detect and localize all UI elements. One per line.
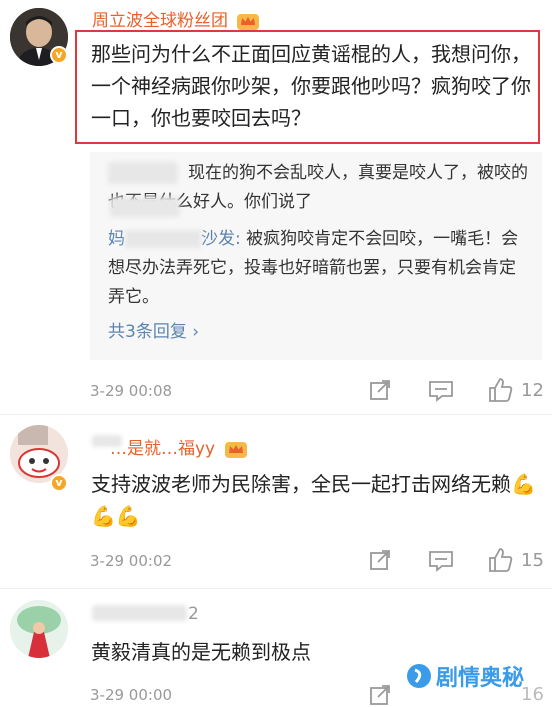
comment-time: 3-29 00:02 xyxy=(90,552,173,570)
watermark: 剧情奥秘 xyxy=(406,660,524,692)
reply-box[interactable]: 现在的狗不会乱咬人，真要是咬人了，被咬的也不是什么好人。你们说了 妈沙发: 被疯… xyxy=(90,152,542,360)
verified-badge-icon: v xyxy=(50,474,68,492)
blurred-username xyxy=(110,197,180,217)
like-count: 12 xyxy=(521,380,544,401)
comment-username[interactable]: 周立波全球粉丝团 xyxy=(92,6,260,31)
verified-badge-icon: v xyxy=(50,46,68,64)
comment-username[interactable]: 2 xyxy=(188,604,199,624)
like-icon[interactable] xyxy=(488,547,514,573)
reply-item: 妈沙发: 被疯狗咬肯定不会回咬，一嘴毛！会想尽办法弄死它，投毒也好暗箭也罢，只要… xyxy=(108,225,528,312)
repost-icon[interactable] xyxy=(368,378,392,402)
like-icon[interactable] xyxy=(488,377,514,403)
comment-icon[interactable] xyxy=(428,549,454,573)
crown-icon xyxy=(224,442,247,458)
repost-icon[interactable] xyxy=(368,548,392,572)
comment-time: 3-29 00:08 xyxy=(90,382,173,400)
reply-username[interactable]: 妈沙发: xyxy=(108,229,246,249)
repost-icon[interactable] xyxy=(368,683,392,707)
comment-content: 那些问为什么不正面回应黄谣棍的人，我想问你，一个神经病跟你吵架，你要跟他吵吗？疯… xyxy=(91,42,531,130)
comment-username[interactable]: …是就…福yy xyxy=(110,434,247,459)
divider xyxy=(0,588,552,589)
comment-time: 3-29 00:00 xyxy=(90,686,173,704)
comment-icon[interactable] xyxy=(428,379,454,403)
blurred-username xyxy=(92,605,187,621)
username-text[interactable]: 周立波全球粉丝团 xyxy=(92,11,228,31)
crown-icon xyxy=(237,14,260,30)
more-replies-link[interactable]: 共3条回复 › xyxy=(108,317,199,342)
comment-content: 支持波波老师为民除害，全民一起打击网络无赖💪💪💪 xyxy=(91,472,536,528)
like-count: 15 xyxy=(521,550,544,571)
watermark-text: 剧情奥秘 xyxy=(436,666,525,691)
like-count: 16 xyxy=(521,684,544,705)
watermark-logo-icon xyxy=(407,664,431,688)
username-text[interactable]: …是就…福yy xyxy=(110,439,215,459)
divider xyxy=(0,414,552,415)
username-text[interactable]: 2 xyxy=(188,604,199,624)
avatar[interactable] xyxy=(10,600,68,658)
